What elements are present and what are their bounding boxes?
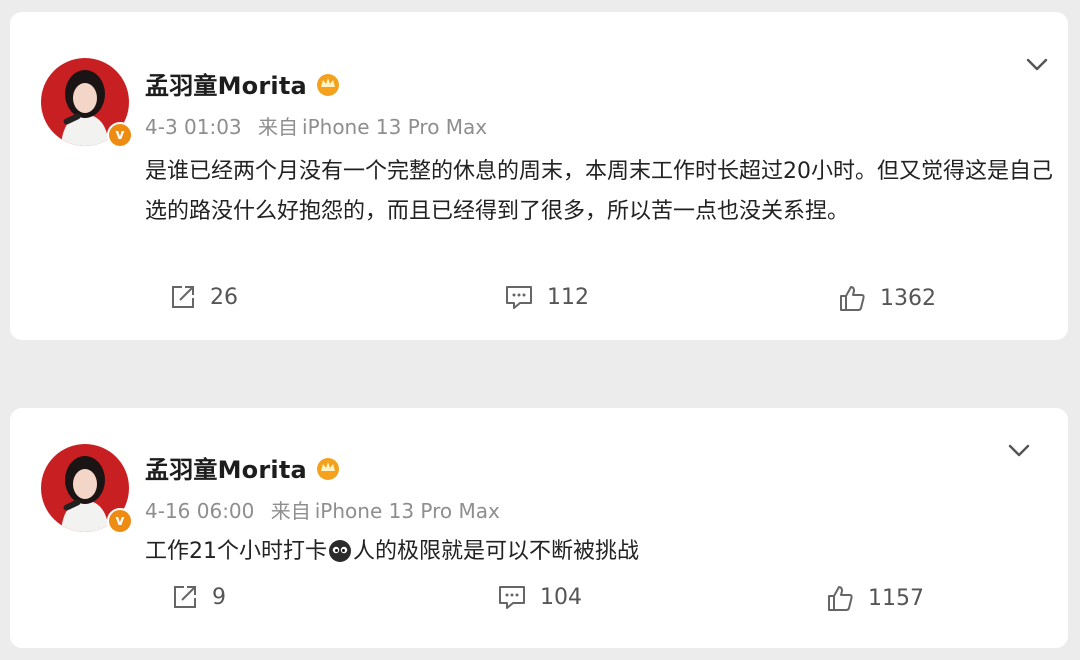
author-name[interactable]: 孟羽童Morita — [145, 66, 307, 101]
post-meta: 4-3 01:03 来自 iPhone 13 Pro Max — [145, 111, 487, 140]
post-content-text: 工作21个小时打卡 — [145, 539, 327, 564]
share-icon — [174, 586, 196, 608]
action-bar: 9 104 1157 — [10, 584, 1068, 624]
comment-icon — [499, 586, 525, 609]
repost-button[interactable]: 26 — [170, 284, 238, 310]
like-button[interactable]: 1362 — [838, 284, 936, 312]
comment-button[interactable]: 112 — [505, 284, 589, 310]
cute-face-emoji-icon — [329, 540, 351, 562]
repost-count: 9 — [212, 584, 226, 610]
source-device: iPhone 13 Pro Max — [314, 499, 500, 523]
vip-crown-icon — [316, 73, 339, 96]
post-timestamp[interactable]: 4-3 01:03 — [145, 115, 242, 139]
post-content: 工作21个小时打卡 人的极限就是可以不断被挑战 — [145, 532, 1055, 572]
comment-count: 112 — [547, 284, 589, 310]
like-button[interactable]: 1157 — [826, 584, 924, 612]
author-name[interactable]: 孟羽童Morita — [145, 450, 307, 485]
post-content: 是谁已经两个月没有一个完整的休息的周末，本周末工作时长超过20小时。但又觉得这是… — [145, 159, 1053, 224]
action-bar: 26 112 1362 — [10, 284, 1068, 324]
post-timestamp[interactable]: 4-16 06:00 — [145, 499, 254, 523]
chevron-down-icon[interactable] — [1008, 444, 1030, 458]
avatar[interactable]: v — [41, 58, 133, 148]
post-meta: 4-16 06:00 来自 iPhone 13 Pro Max — [145, 495, 500, 524]
like-count: 1362 — [880, 285, 936, 311]
thumbs-up-icon — [840, 286, 865, 311]
vip-crown-icon — [316, 457, 339, 480]
share-icon — [172, 286, 194, 308]
source-device: iPhone 13 Pro Max — [302, 115, 488, 139]
comment-button[interactable]: 104 — [498, 584, 582, 610]
source-prefix: 来自 — [258, 115, 299, 139]
verified-badge-icon: v — [107, 122, 133, 148]
comment-count: 104 — [540, 584, 582, 610]
avatar[interactable]: v — [41, 444, 133, 534]
thumbs-up-icon — [828, 586, 853, 611]
post-card: v 孟羽童Morita 4-3 01:03 来自 iPhone 13 Pro Ma… — [10, 12, 1068, 340]
like-count: 1157 — [868, 585, 924, 611]
source-prefix: 来自 — [270, 499, 311, 523]
repost-button[interactable]: 9 — [172, 584, 226, 610]
chevron-down-icon[interactable] — [1026, 58, 1048, 72]
post-content-text: 人的极限就是可以不断被挑战 — [353, 539, 640, 564]
comment-icon — [506, 286, 532, 309]
repost-count: 26 — [210, 284, 238, 310]
verified-badge-icon: v — [107, 508, 133, 534]
post-card: v 孟羽童Morita 4-16 06:00 来自 iPhone 13 Pro M… — [10, 408, 1068, 648]
